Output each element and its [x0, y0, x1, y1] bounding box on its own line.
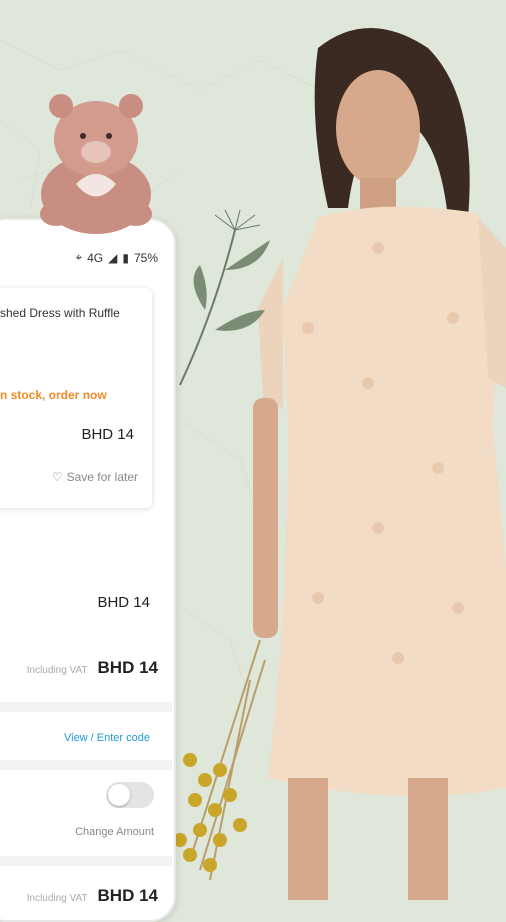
- total-row: Including VAT BHD 14: [27, 658, 158, 678]
- network-label: 4G: [87, 250, 104, 265]
- subtotal-price: BHD 14: [97, 594, 150, 611]
- model-photo: [253, 28, 506, 900]
- section-divider: [0, 856, 172, 866]
- section-divider: [0, 702, 172, 712]
- section-divider: [0, 760, 172, 770]
- signal-icon: ◢: [108, 250, 118, 265]
- item-price: BHD 14: [81, 426, 134, 443]
- vat-label: Including VAT: [26, 665, 88, 676]
- phone-mockup: ⌖ 4G ◢ ▮ 75% shed Dress with Ruffle n st…: [0, 218, 176, 922]
- footer-vat-label: Including VAT: [26, 893, 88, 904]
- stock-status: n stock, order now: [0, 388, 107, 402]
- cart-item-card[interactable]: shed Dress with Ruffle n stock, order no…: [0, 288, 152, 508]
- total-price: BHD 14: [97, 658, 158, 677]
- product-name[interactable]: shed Dress with Ruffle: [0, 306, 120, 320]
- footer-total-price: BHD 14: [97, 886, 158, 905]
- wallet-toggle[interactable]: [106, 782, 154, 808]
- teddy-bear-illustration: [40, 94, 152, 234]
- battery-level: 75%: [133, 250, 158, 265]
- change-amount-link[interactable]: Change Amount: [75, 826, 154, 838]
- dried-flowers-illustration: [173, 640, 266, 881]
- plant-illustration: [179, 210, 270, 386]
- footer-total-row: Including VAT BHD 14: [27, 886, 158, 906]
- location-icon: ⌖: [75, 250, 83, 264]
- battery-icon: ▮: [122, 250, 129, 265]
- toggle-knob: [108, 784, 130, 806]
- status-bar: ⌖ 4G ◢ ▮ 75%: [75, 250, 158, 265]
- save-for-later-label: Save for later: [66, 470, 138, 484]
- voucher-link[interactable]: View / Enter code: [64, 732, 150, 744]
- heart-icon: ♡: [51, 470, 63, 484]
- save-for-later-button[interactable]: ♡ Save for later: [52, 470, 138, 484]
